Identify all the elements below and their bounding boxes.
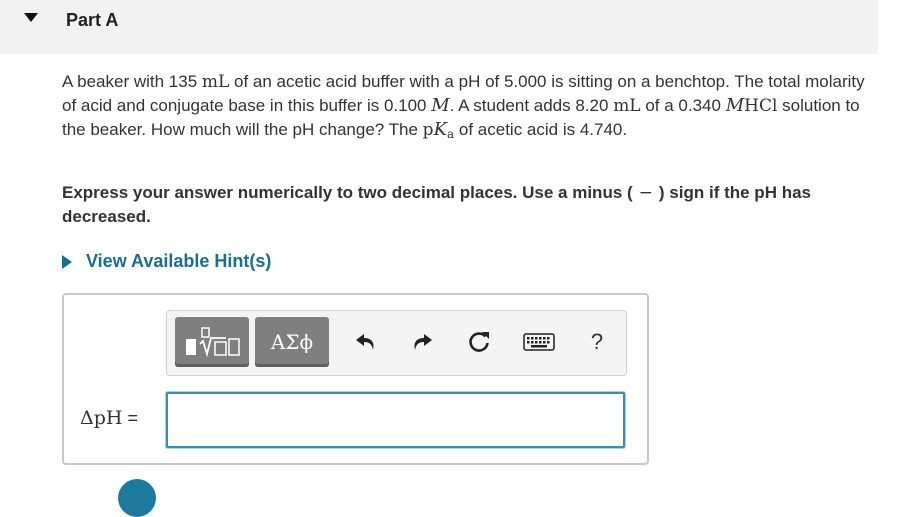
templates-button[interactable] [175,317,249,367]
math-toolbar: ΑΣϕ ? [166,310,627,376]
submit-button-partial[interactable] [118,479,156,517]
answer-label: ΔpH = [80,407,138,429]
keyboard-icon [523,333,555,351]
view-hints-link[interactable]: View Available Hint(s) [62,251,271,272]
answer-instructions: Express your answer numerically to two d… [62,183,811,226]
templates-icon [186,327,240,358]
part-header[interactable]: Part A [0,0,878,54]
answer-input[interactable] [166,392,625,448]
answer-panel: ΑΣϕ ? ΔpH = [62,293,649,465]
reset-icon [469,332,489,352]
reset-button[interactable] [462,325,496,359]
redo-icon [414,334,432,350]
keyboard-button[interactable] [519,325,559,359]
undo-icon [356,334,374,350]
symbols-button[interactable]: ΑΣϕ [255,317,329,367]
help-button[interactable]: ? [580,325,614,359]
undo-button[interactable] [349,325,383,359]
collapse-caret-icon[interactable] [24,13,38,23]
view-hints-label: View Available Hint(s) [86,251,272,271]
help-icon: ? [590,329,604,354]
redo-button[interactable] [405,325,439,359]
part-title: Part A [66,10,119,30]
expand-caret-icon [62,254,72,269]
question-text: A beaker with 135 mL of an acetic acid b… [62,72,865,141]
